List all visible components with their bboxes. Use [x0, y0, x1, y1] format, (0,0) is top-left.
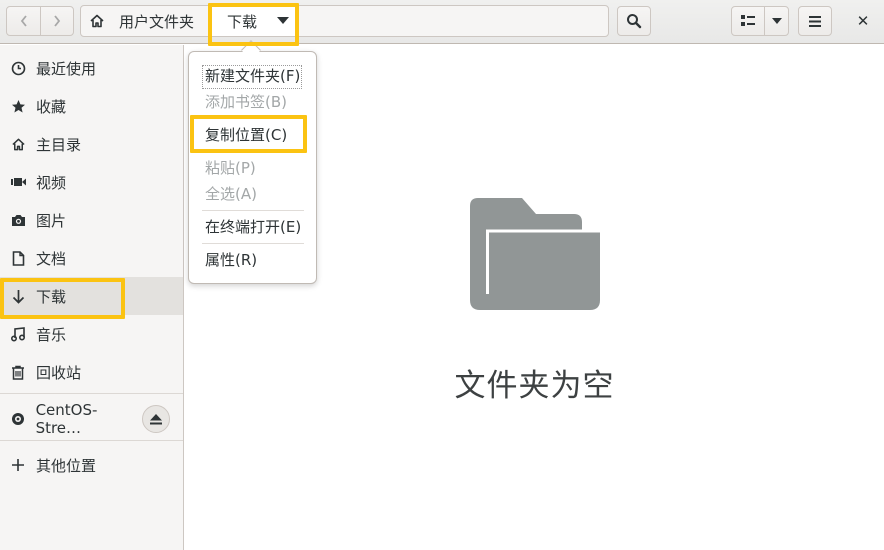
chevron-left-icon: [20, 15, 27, 27]
video-icon: [10, 174, 26, 190]
sidebar-item-starred[interactable]: 收藏: [0, 87, 183, 125]
disc-icon: [10, 411, 26, 427]
sidebar-item-label: 音乐: [36, 325, 67, 344]
sidebar-item-label: CentOS-Stre…: [35, 401, 98, 437]
search-button[interactable]: [617, 6, 651, 36]
sidebar-item-device[interactable]: CentOS-Stre…: [0, 400, 140, 438]
sidebar-item-label: 收藏: [36, 97, 67, 116]
folder-context-menu: 新建文件夹(F) 添加书签(B) 复制位置(C) 粘贴(P) 全选(A) 在终端…: [188, 51, 317, 284]
folder-icon: [470, 198, 600, 310]
path-home-button[interactable]: 用户文件夹: [81, 6, 194, 36]
back-button[interactable]: [7, 7, 40, 35]
sidebar-item-label: 图片: [36, 211, 67, 230]
music-icon: [10, 326, 26, 342]
search-icon: [627, 14, 642, 29]
main-menu-button[interactable]: [798, 6, 832, 36]
sidebar-item-label: 文档: [36, 249, 67, 268]
view-options: [731, 6, 789, 36]
hamburger-icon: [809, 15, 821, 27]
sidebar-item-videos[interactable]: 视频: [0, 163, 183, 201]
highlight-copy-location: [190, 115, 307, 153]
navigation-buttons: [6, 6, 74, 36]
clock-icon: [10, 60, 26, 76]
list-view-icon: [741, 15, 755, 26]
sidebar-item-other-locations[interactable]: 其他位置: [0, 446, 183, 484]
sidebar-item-label: 主目录: [36, 135, 82, 154]
sidebar-item-recent[interactable]: 最近使用: [0, 49, 183, 87]
home-icon: [10, 136, 26, 152]
eject-icon: [150, 413, 162, 424]
document-icon: [10, 250, 26, 266]
chevron-down-icon: [771, 17, 782, 24]
empty-folder-message: 文件夹为空: [454, 368, 615, 404]
sidebar-item-label: 视频: [36, 173, 67, 192]
sidebar-separator: [0, 440, 183, 441]
forward-button[interactable]: [40, 7, 73, 35]
menu-item-new-folder[interactable]: 新建文件夹(F): [205, 65, 300, 87]
close-icon: ✕: [856, 12, 870, 30]
eject-button[interactable]: [142, 405, 170, 433]
header-bar: 用户文件夹 下载 ✕: [0, 0, 884, 44]
menu-item-add-bookmark: 添加书签(B): [205, 93, 287, 111]
sidebar-item-trash[interactable]: 回收站: [0, 353, 183, 391]
close-window-button[interactable]: ✕: [850, 6, 876, 36]
menu-item-properties[interactable]: 属性(R): [205, 249, 257, 271]
sidebar-item-music[interactable]: 音乐: [0, 315, 183, 353]
menu-separator: [202, 243, 304, 244]
menu-item-select-all: 全选(A): [205, 185, 257, 203]
menu-item-paste: 粘贴(P): [205, 159, 256, 177]
star-icon: [10, 98, 26, 114]
trash-icon: [10, 364, 26, 380]
camera-icon: [10, 212, 26, 228]
path-home-label: 用户文件夹: [119, 12, 195, 31]
path-bar: 用户文件夹 下载: [80, 5, 609, 37]
sidebar-item-label: 其他位置: [36, 456, 97, 475]
view-mode-button[interactable]: [732, 7, 764, 35]
sidebar-separator: [0, 393, 183, 394]
plus-icon: [10, 457, 26, 473]
sidebar-item-home[interactable]: 主目录: [0, 125, 183, 163]
menu-item-open-terminal[interactable]: 在终端打开(E): [205, 216, 301, 238]
chevron-right-icon: [54, 15, 61, 27]
sidebar-item-pictures[interactable]: 图片: [0, 201, 183, 239]
home-icon: [90, 14, 104, 28]
sidebar-item-documents[interactable]: 文档: [0, 239, 183, 277]
sidebar-item-label: 回收站: [36, 363, 82, 382]
highlight-downloads: [0, 278, 125, 319]
view-menu-button[interactable]: [764, 7, 788, 35]
sidebar-item-label: 最近使用: [36, 59, 97, 78]
menu-separator: [202, 210, 304, 211]
highlight-path-current: [208, 3, 299, 46]
